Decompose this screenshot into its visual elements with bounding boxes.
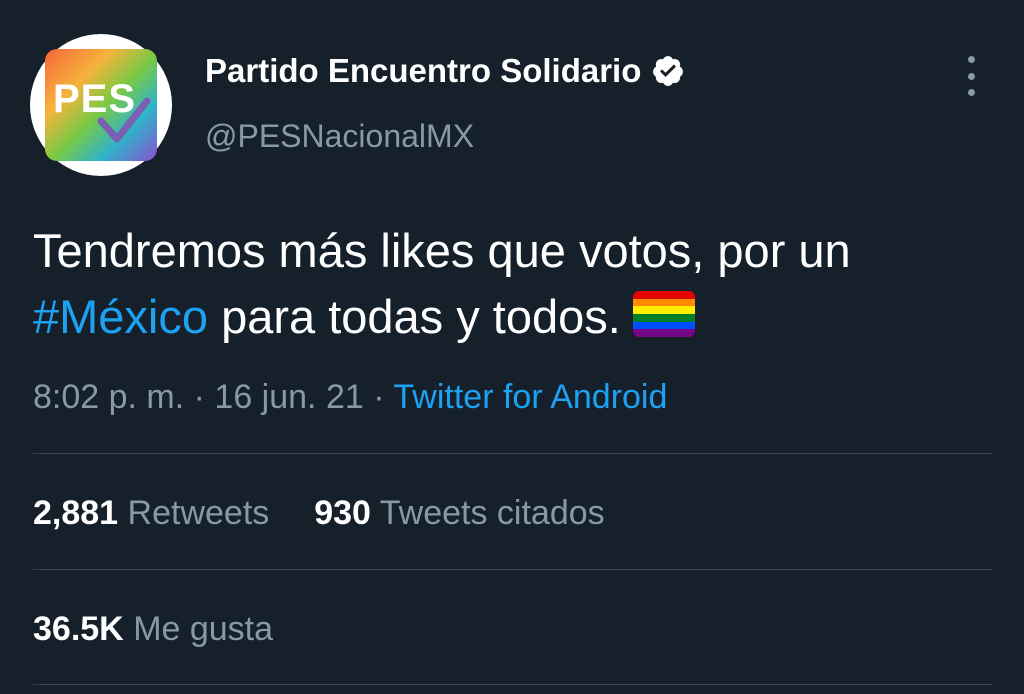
divider (33, 684, 993, 685)
checkmark-icon (97, 97, 151, 143)
quotes-stat[interactable]: 930 Tweets citados (314, 494, 604, 532)
tweet-date[interactable]: 16 jun. 21 (214, 378, 363, 416)
likes-label: Me gusta (133, 610, 274, 648)
retweets-stat[interactable]: 2,881 Retweets (33, 494, 269, 532)
engagement-stats: 2,881 Retweets 930 Tweets citados (33, 494, 605, 533)
meta-separator: · (363, 378, 394, 416)
retweets-label: Retweets (127, 494, 270, 532)
avatar-logo: PES (45, 49, 157, 161)
rainbow-flag-icon (632, 291, 695, 337)
divider (33, 569, 993, 570)
author-name-row: Partido Encuentro Solidario (205, 52, 685, 90)
verified-badge-icon (653, 56, 684, 86)
retweets-count: 2,881 (33, 494, 119, 532)
author-handle[interactable]: @PESNacionalMX (205, 118, 474, 155)
tweet-text-after: para todas y todos. (208, 290, 621, 343)
display-name[interactable]: Partido Encuentro Solidario (205, 52, 641, 90)
divider (33, 453, 993, 454)
more-options-icon[interactable] (956, 56, 986, 96)
tweet-time[interactable]: 8:02 p. m. (33, 378, 184, 416)
tweet-text: Tendremos más likes que votos, por un #M… (33, 218, 993, 350)
tweet-source-link[interactable]: Twitter for Android (393, 378, 667, 416)
quotes-label: Tweets citados (379, 494, 605, 532)
avatar[interactable]: PES (30, 34, 172, 176)
likes-stat[interactable]: 36.5K Me gusta (33, 610, 273, 649)
quotes-count: 930 (314, 494, 371, 532)
tweet-meta: 8:02 p. m. · 16 jun. 21 · Twitter for An… (33, 378, 667, 417)
hashtag-link[interactable]: #México (33, 290, 208, 343)
tweet-text-before: Tendremos más likes que votos, por un (33, 224, 851, 277)
likes-count: 36.5K (33, 610, 124, 648)
meta-separator: · (184, 378, 215, 416)
